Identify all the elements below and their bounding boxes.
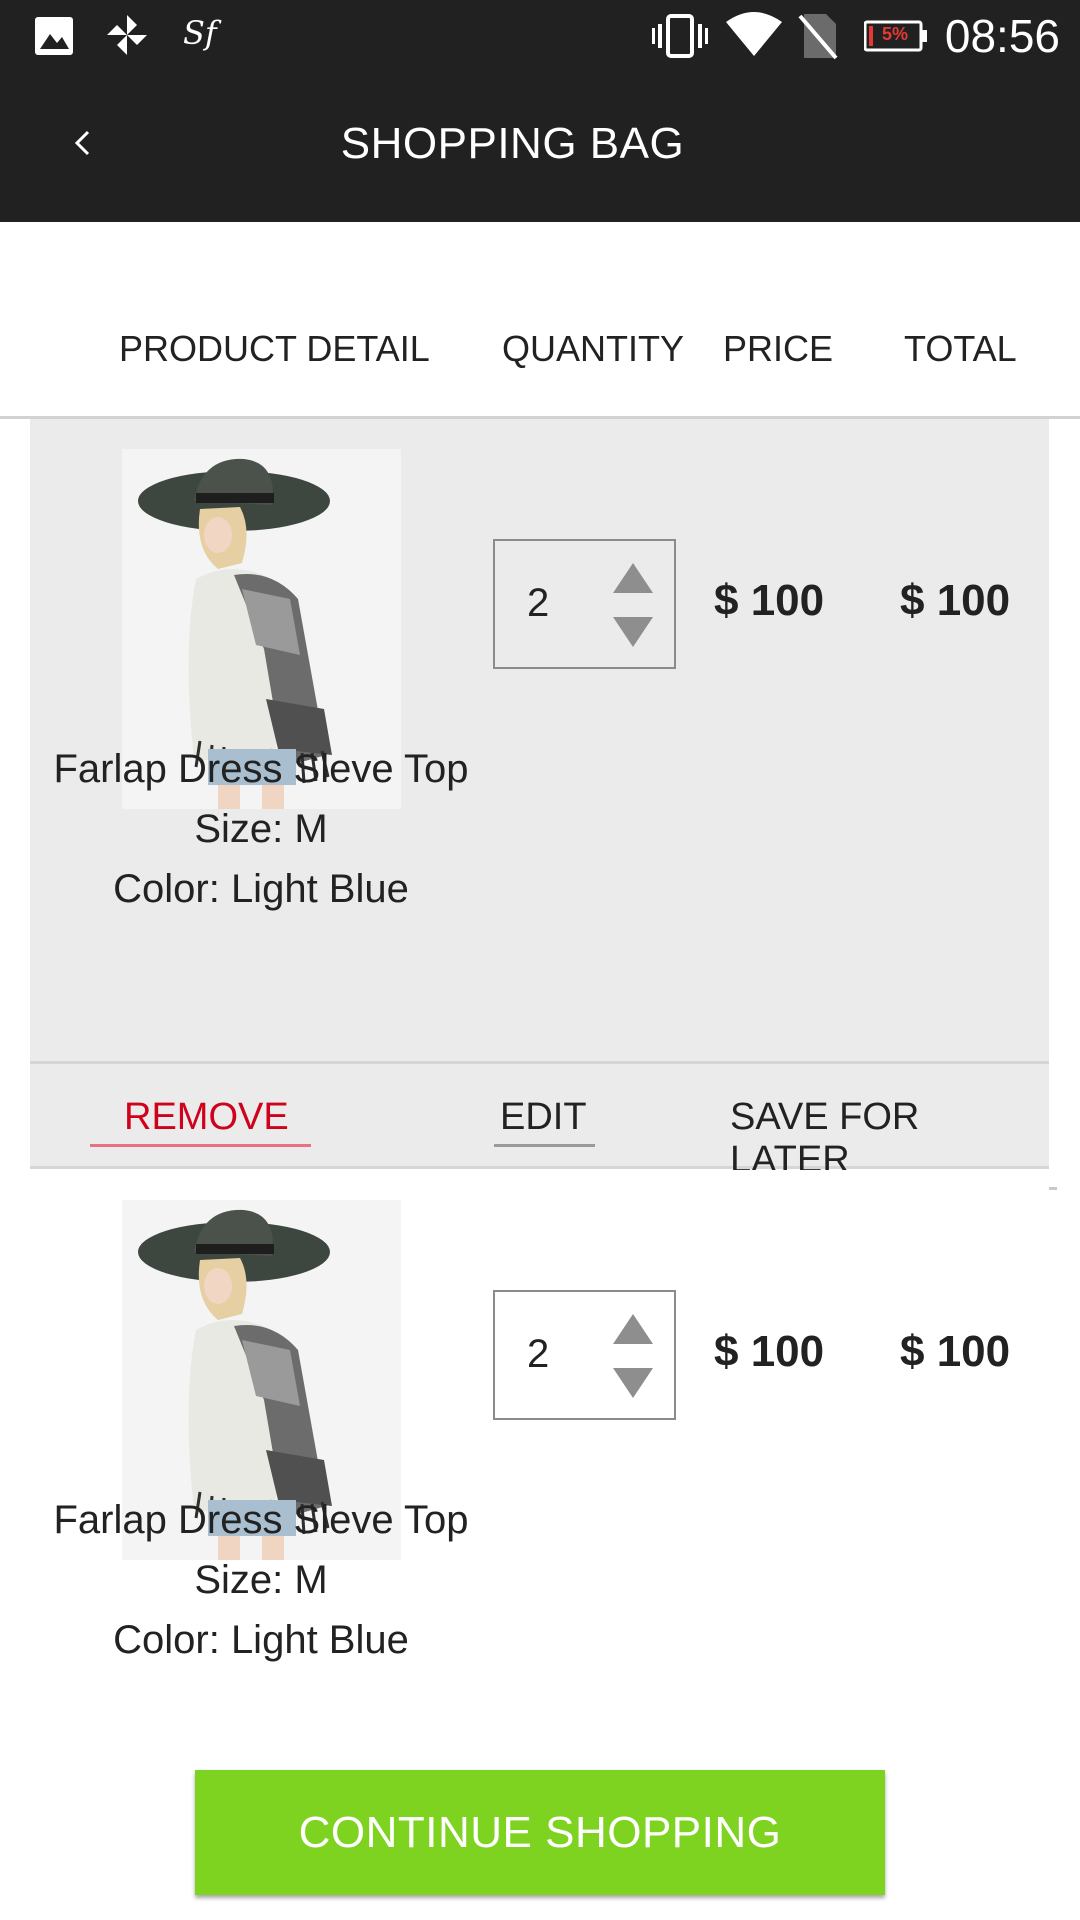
sf-icon: Sf bbox=[183, 14, 217, 52]
page-title: SHOPPING BAG bbox=[340, 119, 685, 168]
column-total: TOTAL bbox=[904, 328, 1017, 369]
cart-item: Farlap Dress Sleve Top Size: M Color: Li… bbox=[30, 419, 1049, 1061]
remove-underline bbox=[90, 1144, 311, 1147]
cart-item: Farlap Dress Sleve Top Size: M Color: Li… bbox=[30, 1170, 1049, 1770]
quantity-down-icon[interactable] bbox=[611, 615, 655, 649]
column-product-detail: PRODUCT DETAIL bbox=[119, 328, 430, 369]
quantity-up-icon[interactable] bbox=[611, 1312, 655, 1346]
status-bar: Sf 5% 08:56 bbox=[0, 0, 1080, 72]
pinwheel-icon bbox=[107, 15, 147, 55]
product-size: Size: M bbox=[194, 807, 328, 851]
product-color: Color: Light Blue bbox=[113, 867, 409, 911]
image-icon bbox=[35, 17, 73, 55]
clock: 08:56 bbox=[944, 10, 1060, 62]
column-price: PRICE bbox=[723, 328, 834, 369]
quantity-up-icon[interactable] bbox=[611, 561, 655, 595]
vibrate-icon bbox=[652, 14, 708, 58]
quantity-value: 2 bbox=[527, 581, 550, 625]
item-total: $ 100 bbox=[900, 1327, 1011, 1376]
item-actions: REMOVE EDIT SAVE FOR LATER bbox=[30, 1061, 1057, 1190]
app-bar: SHOPPING BAG bbox=[0, 72, 1080, 222]
edit-label: EDIT bbox=[500, 1096, 587, 1138]
product-name: Farlap Dress Sleve Top bbox=[53, 1498, 469, 1542]
remove-label: REMOVE bbox=[124, 1096, 289, 1138]
item-price: $ 100 bbox=[714, 1327, 825, 1376]
product-name: Farlap Dress Sleve Top bbox=[53, 747, 469, 791]
column-quantity: QUANTITY bbox=[502, 328, 685, 369]
quantity-stepper[interactable]: 2 bbox=[493, 539, 676, 669]
wifi-icon bbox=[726, 12, 782, 56]
battery-level: 5% bbox=[882, 24, 909, 44]
quantity-down-icon[interactable] bbox=[611, 1366, 655, 1400]
quantity-value: 2 bbox=[527, 1332, 550, 1376]
edit-underline bbox=[494, 1144, 595, 1147]
column-headers: PRODUCT DETAIL QUANTITY PRICE TOTAL bbox=[0, 300, 1080, 400]
item-total: $ 100 bbox=[900, 576, 1011, 625]
continue-shopping-button[interactable]: CONTINUE SHOPPING bbox=[195, 1770, 885, 1895]
quantity-stepper[interactable]: 2 bbox=[493, 1290, 676, 1420]
no-sim-icon bbox=[798, 14, 838, 60]
edit-button[interactable]: EDIT bbox=[494, 1096, 595, 1147]
product-size: Size: M bbox=[194, 1558, 328, 1602]
product-color: Color: Light Blue bbox=[113, 1618, 409, 1662]
save-for-later-label: SAVE FOR LATER bbox=[730, 1096, 920, 1181]
remove-button[interactable]: REMOVE bbox=[90, 1096, 311, 1147]
item-price: $ 100 bbox=[714, 576, 825, 625]
battery-icon: 5% bbox=[864, 20, 927, 52]
